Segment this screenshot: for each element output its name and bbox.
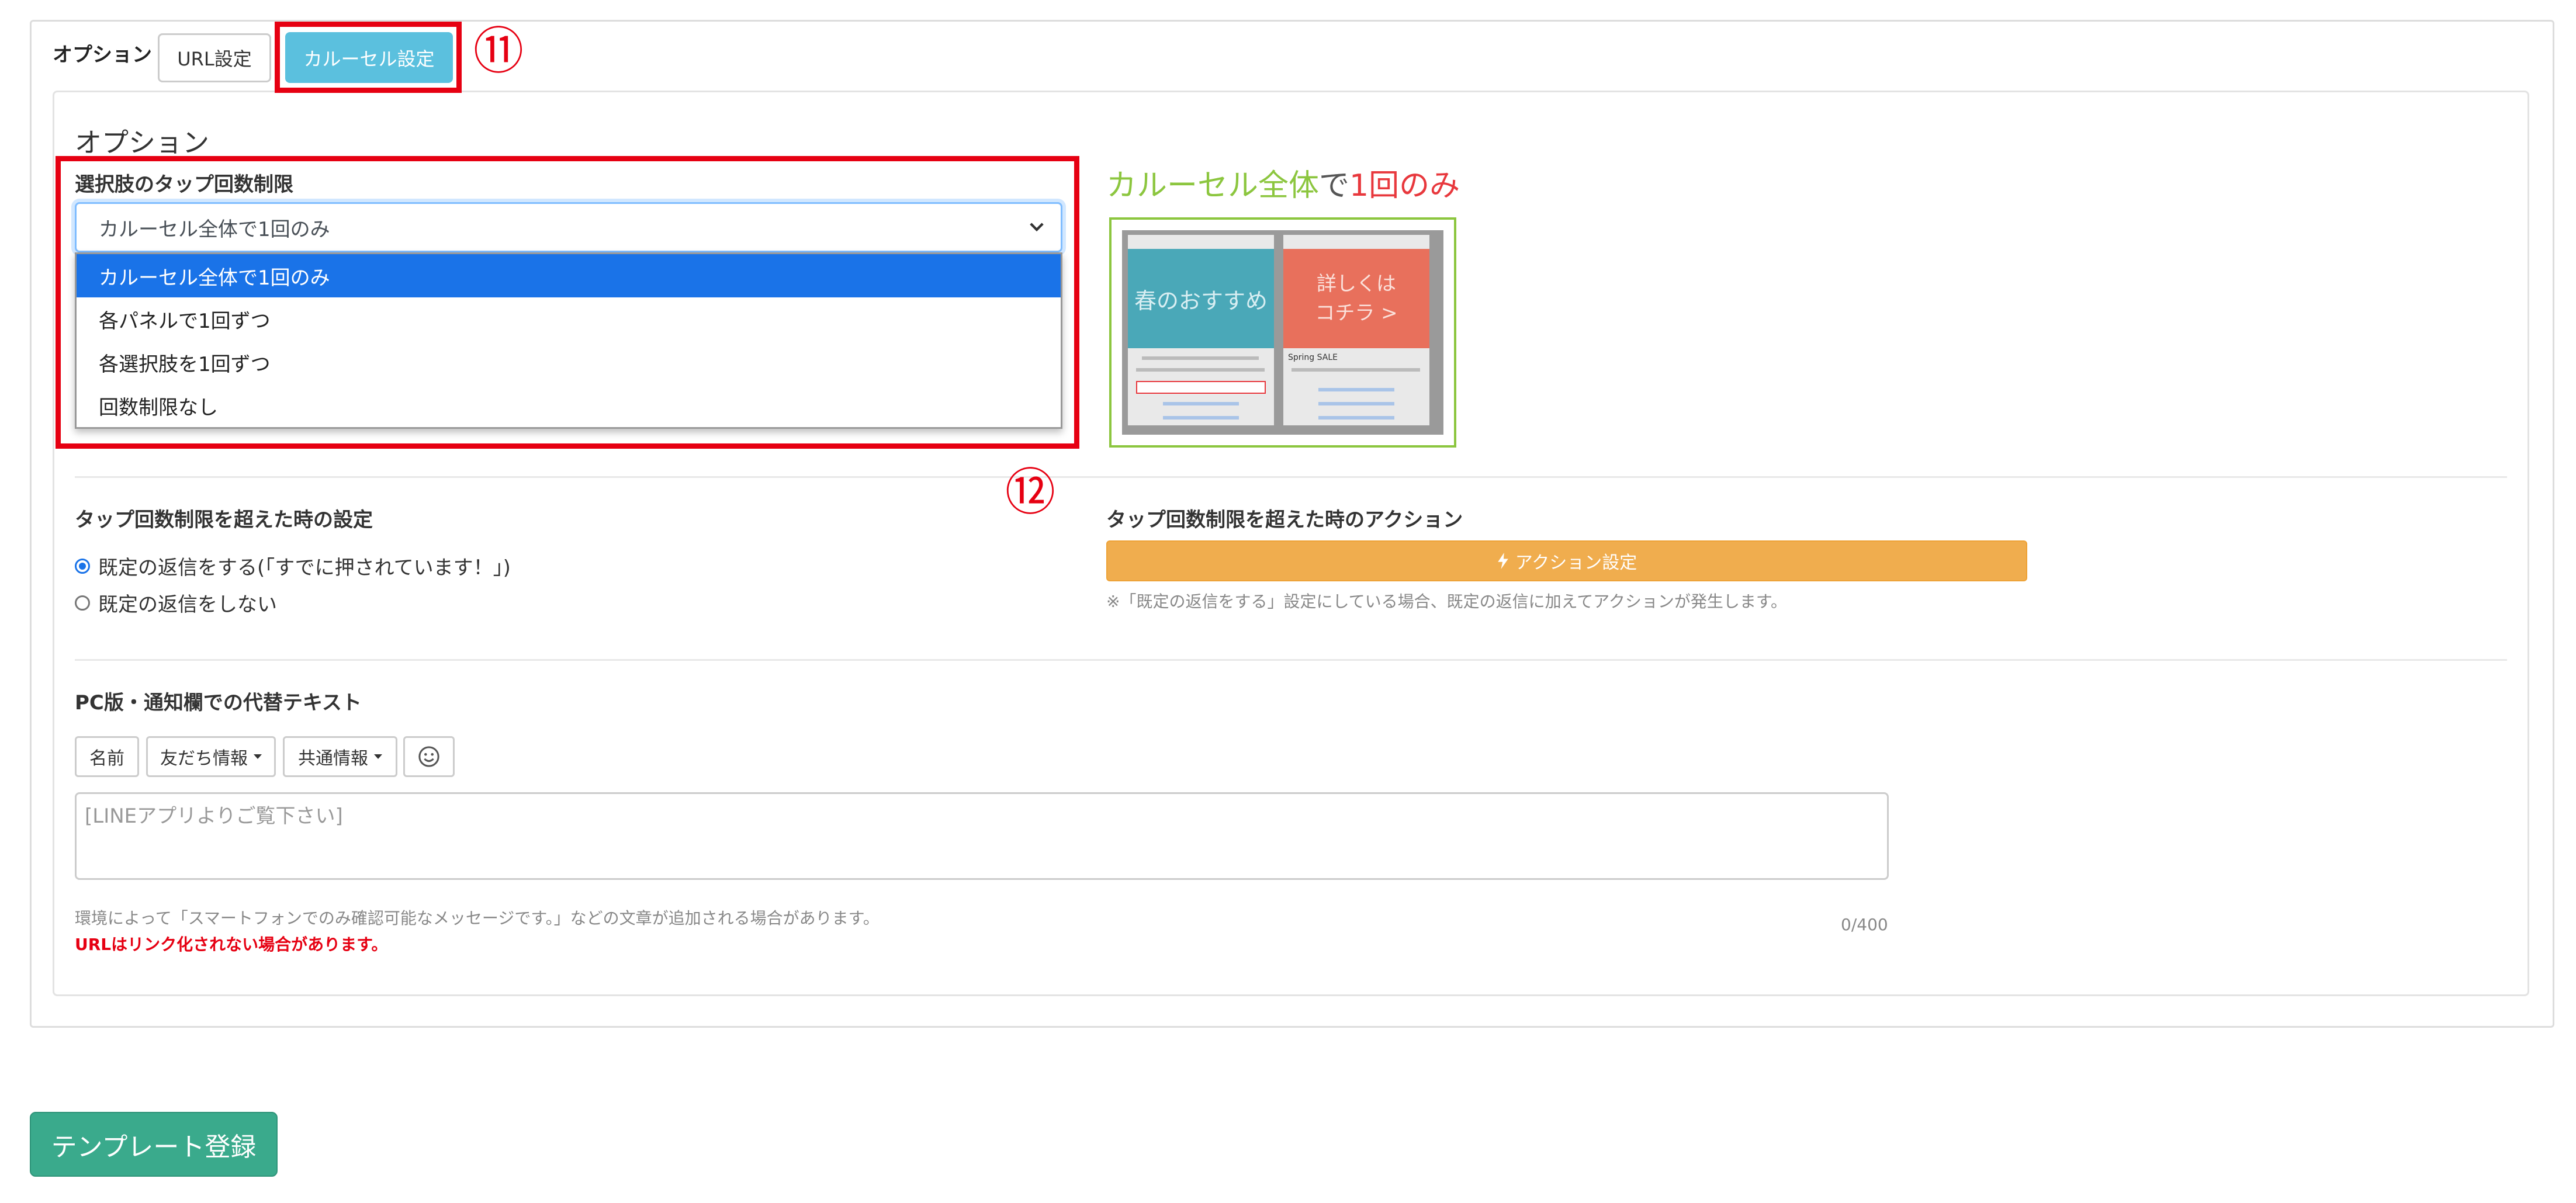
alt-text-note: 環境によって「スマートフォンでのみ確認可能なメッセージです。」などの文章が追加さ… — [75, 909, 880, 928]
common-info-label: 共通情報 — [298, 748, 368, 769]
emoji-button[interactable] — [403, 736, 455, 777]
callout-number-12: ⑫ — [1005, 463, 1055, 522]
carousel-preview-image: 春のおすすめ 詳しくは コチラ > Spring SALE — [1109, 217, 1456, 448]
caret-down-icon — [254, 754, 262, 759]
common-info-dropdown[interactable]: 共通情報 — [283, 736, 397, 777]
character-counter: 0/400 — [1841, 915, 1888, 934]
insert-name-label: 名前 — [89, 748, 124, 769]
preview-text-line — [1163, 416, 1239, 420]
highlight-box-carousel-tab — [275, 22, 462, 93]
radio-default-reply[interactable]: 既定の返信をする(「すでに押されています！」) — [75, 552, 511, 580]
preview-panel-2-line2: コチラ > — [1315, 301, 1398, 325]
url-warning: URLはリンク化されない場合があります。 — [75, 935, 388, 954]
section-title: オプション — [75, 127, 209, 158]
smiley-icon — [418, 746, 439, 767]
preview-panel-1-image: 春のおすすめ — [1128, 249, 1274, 348]
caret-down-icon — [374, 754, 382, 759]
preview-text-line — [1318, 402, 1394, 405]
alt-text-input[interactable]: [LINEアプリよりご覧下さい] — [75, 792, 1889, 880]
friend-info-label: 友だち情報 — [160, 748, 248, 769]
exceed-action-label: タップ回数制限を超えた時のアクション — [1106, 508, 1463, 532]
preview-text-line — [1318, 416, 1394, 420]
preview-text-line — [1292, 368, 1420, 372]
preview-title: カルーセル全体で1回のみ — [1106, 165, 1460, 207]
action-settings-button[interactable]: アクション設定 — [1106, 540, 2027, 581]
preview-title-part1: カルーセル全体 — [1106, 168, 1320, 203]
preview-text-line — [1142, 356, 1259, 360]
highlight-box-tap-limit — [56, 156, 1079, 449]
radio-button-checked[interactable] — [75, 558, 90, 574]
action-settings-button-label: アクション設定 — [1515, 553, 1637, 573]
preview-text-line — [1163, 402, 1239, 405]
tab-url-settings[interactable]: URL設定 — [158, 33, 271, 82]
insert-name-button[interactable]: 名前 — [75, 736, 139, 777]
preview-panel-2: 詳しくは コチラ > Spring SALE — [1283, 235, 1429, 425]
preview-panel-2-caption: Spring SALE — [1288, 353, 1338, 362]
friend-info-dropdown[interactable]: 友だち情報 — [146, 736, 276, 777]
options-label: オプション — [53, 43, 152, 67]
preview-title-part2: で — [1319, 168, 1350, 203]
preview-text-line — [1318, 388, 1394, 391]
divider — [75, 659, 2507, 661]
radio-button-unchecked[interactable] — [75, 595, 90, 611]
radio-no-reply-label: 既定の返信をしない — [98, 593, 277, 616]
alt-text-label: PC版・通知欄での代替テキスト — [75, 691, 362, 715]
exceed-setting-label: タップ回数制限を超えた時の設定 — [75, 508, 373, 532]
preview-text-line — [1136, 368, 1265, 372]
divider — [75, 476, 2507, 478]
carousel-preview-canvas: 春のおすすめ 詳しくは コチラ > Spring SALE — [1122, 230, 1443, 435]
preview-panel-2-line1: 詳しくは — [1317, 272, 1396, 296]
radio-no-reply[interactable]: 既定の返信をしない — [75, 588, 277, 617]
radio-default-reply-label: 既定の返信をする(「すでに押されています！」) — [98, 556, 511, 580]
preview-selected-choice — [1136, 381, 1266, 394]
preview-panel-1: 春のおすすめ — [1128, 235, 1274, 425]
callout-number-11: ⑪ — [473, 22, 524, 81]
bolt-icon — [1498, 553, 1508, 569]
preview-panel-2-image: 詳しくは コチラ > — [1283, 249, 1429, 348]
register-template-button[interactable]: テンプレート登録 — [30, 1112, 278, 1177]
preview-title-part3: 1回のみ — [1349, 168, 1460, 203]
alt-text-placeholder: [LINEアプリよりご覧下さい] — [85, 805, 343, 828]
action-note: ※「既定の返信をする」設定にしている場合、既定の返信に加えてアクションが発生しま… — [1106, 592, 1788, 611]
